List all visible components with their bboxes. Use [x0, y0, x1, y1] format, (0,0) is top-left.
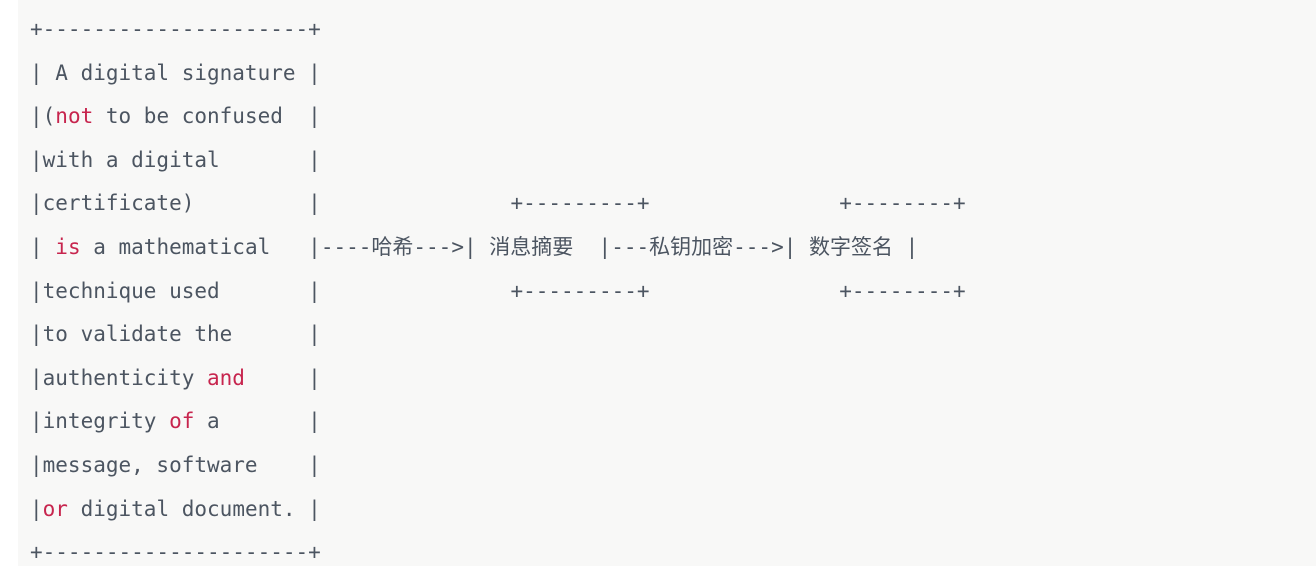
- diagram-line-9: |authenticity and |: [30, 357, 1316, 401]
- description-line-11-prefix: |: [30, 496, 43, 521]
- diagram-line-8: |to validate the |: [30, 313, 1316, 357]
- diagram-line-11: |message, software |: [30, 444, 1316, 488]
- description-box-bottom-border: +---------------------+: [30, 540, 321, 565]
- diagram-line-1: +---------------------+: [30, 8, 1316, 52]
- keyword-of: of: [169, 409, 195, 434]
- description-line-5-prefix: |: [30, 234, 56, 259]
- diagram-line-6: | is a mathematical |----哈希--->| 消息摘要 |-…: [30, 226, 1316, 270]
- gap-2: [650, 191, 840, 215]
- signature-box-top-border: +--------+: [839, 191, 966, 216]
- arrow-hash-label: 哈希: [371, 234, 414, 259]
- digest-box-left-bar: |: [463, 234, 490, 259]
- gap-3: [321, 279, 511, 303]
- keyword-or: or: [42, 496, 68, 521]
- description-line-10: |message, software |: [30, 452, 321, 477]
- diagram-line-13: +---------------------+: [30, 531, 1316, 575]
- keyword-and: and: [207, 365, 245, 390]
- keyword-not: not: [55, 104, 94, 129]
- description-line-3: |with a digital |: [30, 147, 321, 172]
- description-line-11-suffix: digital document. |: [67, 496, 321, 521]
- keyword-is: is: [55, 234, 81, 259]
- arrow-privatekey-dashes-post: --->: [733, 234, 784, 259]
- diagram-line-12: |or digital document. |: [30, 488, 1316, 532]
- description-line-7: |to validate the |: [30, 322, 321, 347]
- diagram-line-5: |certificate) | +---------+ +--------+: [30, 182, 1316, 226]
- description-line-4: |certificate) |: [30, 191, 321, 216]
- diagram-line-3: |(not to be confused |: [30, 95, 1316, 139]
- description-line-8-prefix: |authenticity: [30, 365, 208, 390]
- description-line-2-prefix: |(: [30, 104, 56, 129]
- digest-box-bottom-border: +---------+: [510, 278, 650, 303]
- arrow-hash-dashes-pre: ----: [320, 234, 372, 259]
- code-block: +---------------------+ | A digital signa…: [18, 0, 1316, 566]
- digest-box-label: 消息摘要: [489, 234, 574, 259]
- description-box-top-border: +---------------------+: [30, 17, 321, 41]
- ascii-art-diagram: +---------------------+ | A digital signa…: [18, 0, 1316, 575]
- description-line-6: |technique used |: [30, 278, 321, 303]
- description-line-1: | A digital signature |: [30, 60, 321, 85]
- signature-box-left-bar: |: [783, 234, 810, 259]
- diagram-line-2: | A digital signature |: [30, 52, 1316, 96]
- description-line-9-suffix: a |: [194, 409, 321, 434]
- description-line-2-suffix: to be confused |: [93, 104, 321, 129]
- gap-4: [650, 279, 840, 303]
- signature-box-bottom-border: +--------+: [839, 278, 966, 303]
- digest-box-top-border: +---------+: [510, 191, 650, 216]
- diagram-line-7: |technique used | +---------+ +--------+: [30, 270, 1316, 314]
- description-line-5-suffix: a mathematical |: [80, 234, 321, 259]
- signature-box-label: 数字签名: [809, 234, 894, 259]
- diagram-line-10: |integrity of a |: [30, 400, 1316, 444]
- description-line-9-prefix: |integrity: [30, 409, 170, 434]
- arrow-hash-dashes-post: --->: [413, 234, 464, 259]
- digest-box-right-bar: |: [573, 234, 612, 259]
- diagram-line-4: |with a digital |: [30, 139, 1316, 183]
- arrow-privatekey-dashes-pre: ---: [611, 234, 650, 259]
- arrow-privatekey-label: 私钥加密: [649, 234, 734, 259]
- signature-box-right-bar: |: [893, 234, 919, 259]
- gap-1: [321, 191, 511, 215]
- description-line-8-suffix: |: [244, 365, 321, 390]
